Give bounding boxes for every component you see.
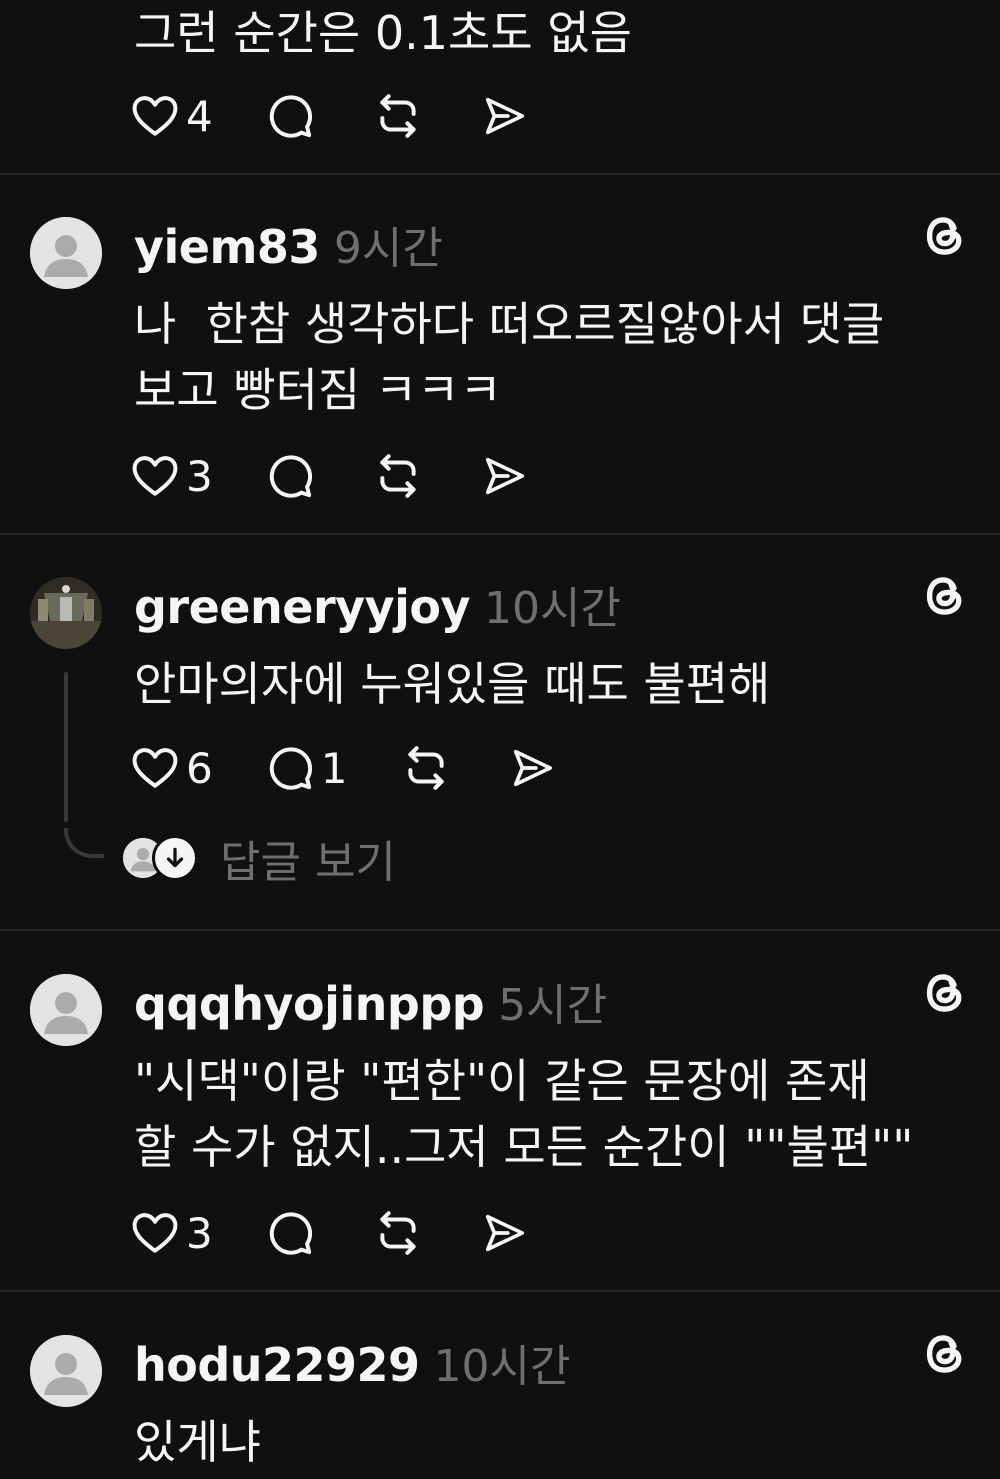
share-button[interactable] bbox=[481, 1205, 527, 1261]
comment-icon bbox=[265, 451, 315, 501]
divider bbox=[0, 533, 1000, 535]
thread-line bbox=[64, 672, 68, 822]
comment-icon bbox=[265, 91, 315, 141]
divider bbox=[0, 929, 1000, 931]
comment-count: 1 bbox=[320, 743, 348, 793]
divider bbox=[0, 173, 1000, 175]
timestamp: 10시간 bbox=[483, 583, 621, 634]
share-icon bbox=[481, 1210, 527, 1256]
comment-button[interactable] bbox=[265, 88, 315, 144]
post-header: yiem83 9시간 bbox=[134, 212, 443, 274]
avatar[interactable] bbox=[30, 217, 102, 289]
repost-button[interactable] bbox=[373, 88, 423, 144]
comment-button[interactable] bbox=[265, 1205, 315, 1261]
share-button[interactable] bbox=[509, 740, 555, 796]
heart-icon bbox=[130, 91, 180, 141]
username[interactable]: hodu22929 bbox=[134, 1338, 420, 1392]
like-count: 3 bbox=[186, 1208, 213, 1258]
share-icon bbox=[481, 93, 527, 139]
repost-icon bbox=[373, 91, 423, 141]
post-header: qqqhyojinppp 5시간 bbox=[134, 969, 607, 1031]
view-replies-link[interactable]: 답글 보기 bbox=[220, 826, 396, 890]
repost-button[interactable] bbox=[373, 1205, 423, 1261]
heart-icon bbox=[130, 451, 180, 501]
thread-line-curve bbox=[64, 828, 104, 858]
post-text: 있게냐 bbox=[134, 1415, 261, 1469]
avatar[interactable] bbox=[30, 1335, 102, 1407]
post-text: 그런 순간은 0.1초도 없음 bbox=[134, 6, 632, 60]
post-actions: 6 1 bbox=[130, 740, 555, 796]
heart-icon bbox=[130, 743, 180, 793]
comment-icon bbox=[265, 1208, 315, 1258]
like-count: 6 bbox=[186, 743, 213, 793]
view-replies-row[interactable]: 답글 보기 bbox=[120, 828, 396, 888]
comment-button[interactable]: 1 bbox=[265, 740, 348, 796]
comment-icon bbox=[265, 743, 315, 793]
repost-button[interactable] bbox=[373, 448, 423, 504]
repost-icon bbox=[373, 1208, 423, 1258]
like-button[interactable]: 6 bbox=[130, 740, 213, 796]
threads-logo-icon bbox=[920, 211, 970, 261]
timestamp: 9시간 bbox=[333, 223, 443, 274]
share-icon bbox=[509, 745, 555, 791]
post-text: 안마의자에 누워있을 때도 불편해 bbox=[134, 657, 771, 711]
post-text: 나 한참 생각하다 떠오르질않아서 댓글 보고 빵터짐 ㅋㅋㅋ bbox=[134, 297, 885, 417]
post-actions: 3 bbox=[130, 448, 527, 504]
repost-icon bbox=[401, 743, 451, 793]
threads-logo-icon bbox=[920, 571, 970, 621]
arrow-down-icon bbox=[152, 835, 198, 881]
heart-icon bbox=[130, 1208, 180, 1258]
post-header: hodu22929 10시간 bbox=[134, 1330, 571, 1392]
post-actions: 3 bbox=[130, 1205, 527, 1261]
username[interactable]: qqqhyojinppp bbox=[134, 977, 485, 1031]
like-button[interactable]: 3 bbox=[130, 1205, 213, 1261]
avatar[interactable] bbox=[30, 577, 102, 649]
username[interactable]: greeneryyjoy bbox=[134, 580, 470, 634]
timestamp: 10시간 bbox=[433, 1341, 571, 1392]
like-button[interactable]: 3 bbox=[130, 448, 213, 504]
share-button[interactable] bbox=[481, 448, 527, 504]
threads-logo-icon bbox=[920, 968, 970, 1018]
divider bbox=[0, 1290, 1000, 1292]
like-count: 3 bbox=[186, 451, 213, 501]
repost-icon bbox=[373, 451, 423, 501]
repost-button[interactable] bbox=[401, 740, 451, 796]
share-icon bbox=[481, 453, 527, 499]
avatar[interactable] bbox=[30, 974, 102, 1046]
threads-logo-icon bbox=[920, 1329, 970, 1379]
post-text: "시댁"이랑 "편한"이 같은 문장에 존재 할 수가 없지..그저 모든 순간… bbox=[134, 1054, 914, 1174]
username[interactable]: yiem83 bbox=[134, 220, 320, 274]
post-actions: 4 bbox=[130, 88, 527, 144]
share-button[interactable] bbox=[481, 88, 527, 144]
like-button[interactable]: 4 bbox=[130, 88, 213, 144]
post-header: greeneryyjoy 10시간 bbox=[134, 572, 621, 634]
like-count: 4 bbox=[186, 91, 213, 141]
comment-button[interactable] bbox=[265, 448, 315, 504]
timestamp: 5시간 bbox=[498, 980, 608, 1031]
